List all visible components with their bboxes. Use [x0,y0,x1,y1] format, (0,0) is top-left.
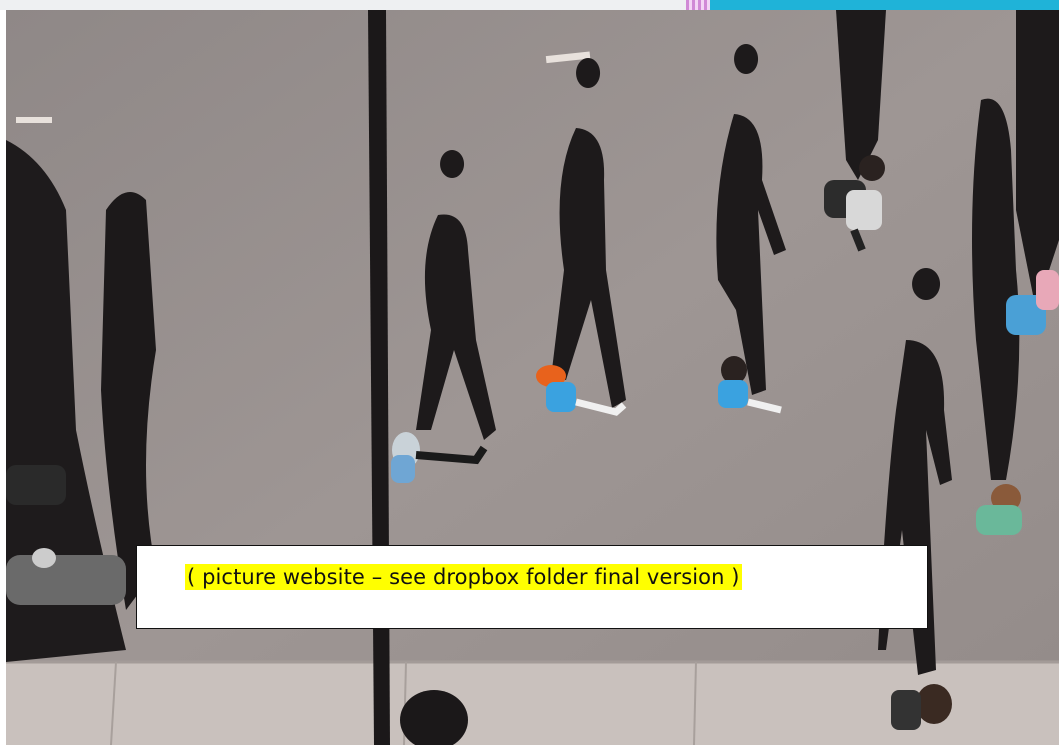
caption-text: ( picture website – see dropbox folder f… [185,564,742,590]
street-photo [6,10,1059,745]
header-accent-cyan [710,0,1059,10]
caption-box: ( picture website – see dropbox folder f… [136,545,928,629]
header-accent-pink [686,0,710,10]
